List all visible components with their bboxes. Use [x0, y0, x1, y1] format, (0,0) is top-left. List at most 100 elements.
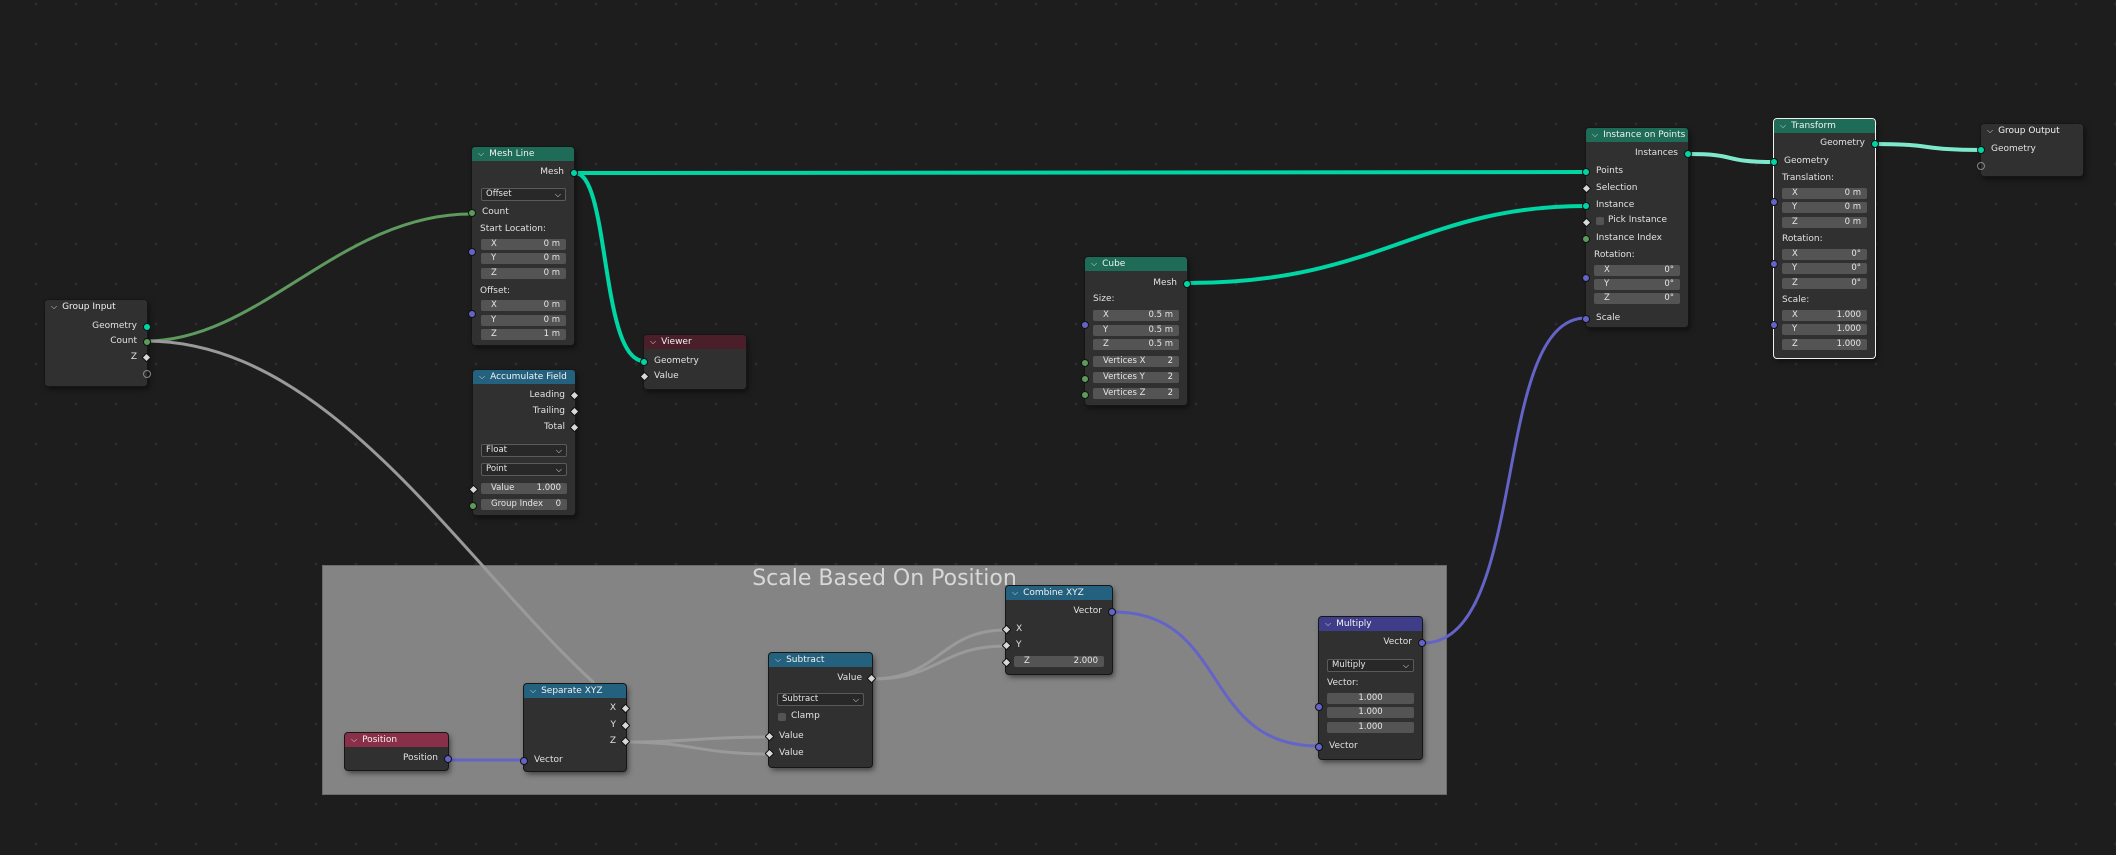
chevron-down-icon[interactable]: ⌵: [1091, 259, 1097, 269]
vertices-z-field[interactable]: Vertices Z 2: [1093, 388, 1179, 399]
chevron-down-icon[interactable]: ⌵: [1987, 126, 1993, 136]
offset-y-field[interactable]: Y 0 m: [481, 315, 566, 326]
chevron-down-icon[interactable]: ⌵: [478, 149, 484, 159]
group-output-node[interactable]: ⌵ Group Output Geometry: [1977, 124, 2083, 176]
socket-vector[interactable]: [520, 757, 528, 765]
offset-x-field[interactable]: X 0 m: [481, 300, 566, 311]
socket-vertices-x[interactable]: [1081, 359, 1089, 367]
socket-size[interactable]: [1081, 321, 1089, 329]
mode-dropdown[interactable]: Offset ⌵: [481, 188, 566, 201]
transform-header[interactable]: ⌵ Transform: [1774, 119, 1875, 133]
start-y-field[interactable]: Y 0 m: [481, 253, 566, 264]
chevron-down-icon[interactable]: ⌵: [351, 735, 357, 745]
operation-dropdown[interactable]: Subtract ⌵: [777, 693, 864, 706]
group-input-node[interactable]: ⌵ Group Input Geometry Count Z: [45, 300, 152, 386]
z-field[interactable]: Z 2.000: [1014, 656, 1104, 667]
chevron-down-icon[interactable]: ⌵: [1325, 619, 1331, 629]
socket-mesh[interactable]: [570, 169, 578, 177]
instance-on-points-node[interactable]: ⌵ Instance on Points Instances Points Sel…: [1581, 128, 1692, 327]
socket-scale[interactable]: [1770, 321, 1778, 329]
socket-rotation[interactable]: [1770, 260, 1778, 268]
socket-instances[interactable]: [1684, 150, 1692, 158]
transform-node[interactable]: ⌵ Transform Geometry Geometry Translation…: [1770, 119, 1879, 358]
socket-geometry-in[interactable]: [1770, 158, 1778, 166]
viewer-node[interactable]: ⌵ Viewer Geometry Value: [639, 335, 746, 389]
subtract-node[interactable]: ⌵ Subtract Value Subtract ⌵ Clamp Value Va…: [764, 653, 877, 767]
cube-node[interactable]: ⌵ Cube Mesh Size: X 0.5 m Y 0.5 m Z 0.5 m Ve…: [1081, 257, 1191, 405]
rotation-y-field[interactable]: Y 0°: [1594, 279, 1680, 290]
scale-x-field[interactable]: X 1.000: [1782, 310, 1867, 321]
socket-scale[interactable]: [1582, 315, 1590, 323]
value-field[interactable]: Value 1.000: [481, 483, 567, 494]
type-dropdown[interactable]: Float ⌵: [481, 444, 567, 457]
group-input-header[interactable]: ⌵ Group Input: [45, 300, 147, 314]
socket-empty[interactable]: [143, 370, 151, 378]
subtract-header[interactable]: ⌵ Subtract: [769, 653, 872, 667]
socket-vertices-y[interactable]: [1081, 375, 1089, 383]
socket-vector-in-2[interactable]: [1315, 743, 1323, 751]
mesh-line-header[interactable]: ⌵ Mesh Line: [472, 147, 574, 161]
vector-x-field[interactable]: 1.000: [1327, 693, 1414, 704]
chevron-down-icon[interactable]: ⌵: [1780, 121, 1786, 131]
socket-position[interactable]: [444, 755, 452, 763]
socket-geometry[interactable]: [1977, 146, 1985, 154]
socket-instance[interactable]: [1582, 202, 1590, 210]
socket-start[interactable]: [468, 248, 476, 256]
chevron-down-icon[interactable]: ⌵: [479, 372, 485, 382]
chevron-down-icon[interactable]: ⌵: [51, 302, 57, 312]
socket-vector[interactable]: [1108, 608, 1116, 616]
size-z-field[interactable]: Z 0.5 m: [1093, 339, 1179, 350]
rotation-z-field[interactable]: Z 0°: [1782, 278, 1867, 289]
viewer-header[interactable]: ⌵ Viewer: [644, 335, 746, 349]
socket-mesh[interactable]: [1183, 280, 1191, 288]
socket-translation[interactable]: [1770, 198, 1778, 206]
start-x-field[interactable]: X 0 m: [481, 239, 566, 250]
rotation-y-field[interactable]: Y 0°: [1782, 263, 1867, 274]
socket-group-index[interactable]: [469, 502, 477, 510]
scale-z-field[interactable]: Z 1.000: [1782, 339, 1867, 350]
start-z-field[interactable]: Z 0 m: [481, 268, 566, 279]
chevron-down-icon[interactable]: ⌵: [650, 337, 656, 347]
rotation-x-field[interactable]: X 0°: [1594, 265, 1680, 276]
accumulate-header[interactable]: ⌵ Accumulate Field: [473, 370, 575, 384]
rotation-z-field[interactable]: Z 0°: [1594, 293, 1680, 304]
chevron-down-icon[interactable]: ⌵: [775, 655, 781, 665]
translation-y-field[interactable]: Y 0 m: [1782, 202, 1867, 213]
chevron-down-icon[interactable]: ⌵: [1012, 588, 1018, 598]
socket-empty[interactable]: [1977, 162, 1985, 170]
separate-xyz-node[interactable]: ⌵ Separate XYZ X Y Z Vector: [520, 684, 631, 771]
socket-geometry[interactable]: [143, 323, 151, 331]
socket-instance-index[interactable]: [1582, 235, 1590, 243]
socket-rotation[interactable]: [1582, 274, 1590, 282]
separate-header[interactable]: ⌵ Separate XYZ: [524, 684, 626, 698]
position-header[interactable]: ⌵ Position: [345, 733, 448, 747]
vector-z-field[interactable]: 1.000: [1327, 722, 1414, 733]
accumulate-field-node[interactable]: ⌵ Accumulate Field Leading Trailing Total…: [468, 370, 580, 515]
socket-count[interactable]: [143, 338, 151, 346]
vector-y-field[interactable]: 1.000: [1327, 707, 1414, 718]
cube-header[interactable]: ⌵ Cube: [1085, 257, 1187, 271]
offset-z-field[interactable]: Z 1 m: [481, 329, 566, 340]
operation-dropdown[interactable]: Multiply ⌵: [1327, 659, 1414, 672]
socket-geometry[interactable]: [640, 358, 648, 366]
vertices-x-field[interactable]: Vertices X 2: [1093, 356, 1179, 367]
vertices-y-field[interactable]: Vertices Y 2: [1093, 372, 1179, 383]
size-y-field[interactable]: Y 0.5 m: [1093, 325, 1179, 336]
translation-z-field[interactable]: Z 0 m: [1782, 217, 1867, 228]
multiply-node[interactable]: ⌵ Multiply Vector Multiply ⌵ Vector: 1.000…: [1315, 617, 1426, 759]
socket-geometry-out[interactable]: [1871, 140, 1879, 148]
socket-count[interactable]: [468, 209, 476, 217]
socket-vector-in-1[interactable]: [1315, 703, 1323, 711]
size-x-field[interactable]: X 0.5 m: [1093, 310, 1179, 321]
mesh-line-node[interactable]: ⌵ Mesh Line Mesh Offset ⌵ Count Start Loca…: [468, 147, 578, 345]
translation-x-field[interactable]: X 0 m: [1782, 188, 1867, 199]
socket-vertices-z[interactable]: [1081, 391, 1089, 399]
chevron-down-icon[interactable]: ⌵: [1592, 130, 1598, 140]
multiply-header[interactable]: ⌵ Multiply: [1319, 617, 1422, 631]
socket-points[interactable]: [1582, 168, 1590, 176]
chevron-down-icon[interactable]: ⌵: [530, 686, 536, 696]
socket-vector-out[interactable]: [1418, 639, 1426, 647]
iop-header[interactable]: ⌵ Instance on Points: [1586, 128, 1688, 142]
group-index-field[interactable]: Group Index 0: [481, 499, 567, 510]
position-node[interactable]: ⌵ Position Position: [345, 733, 452, 770]
